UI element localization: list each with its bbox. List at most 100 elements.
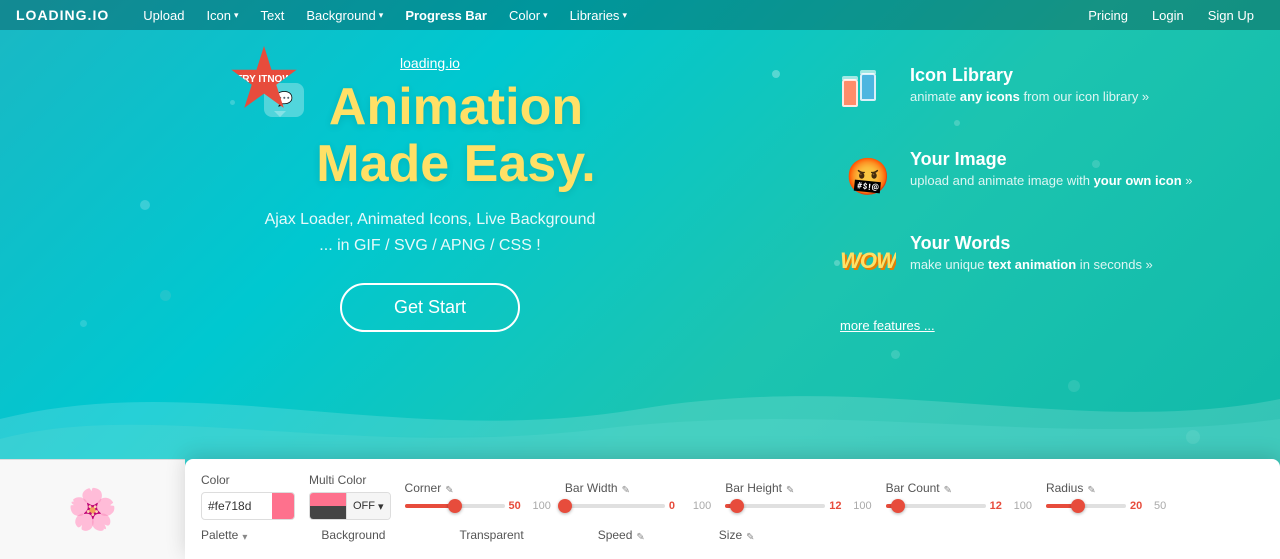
icon-library-icon xyxy=(840,65,896,121)
decorative-dot xyxy=(80,320,87,327)
corner-slider: 50 100 xyxy=(405,500,551,512)
bar-height-field: Bar Height ✎ 12 100 xyxy=(725,481,871,512)
color-swatch[interactable] xyxy=(272,492,294,520)
decorative-dot xyxy=(140,200,150,210)
radius-slider-thumb[interactable] xyxy=(1071,499,1085,513)
bar-count-field: Bar Count ✎ 12 100 xyxy=(886,481,1032,512)
radius-field: Radius ✎ 20 50 xyxy=(1046,481,1166,512)
corner-label: Corner xyxy=(405,481,442,495)
color-input[interactable] xyxy=(201,492,295,520)
hero-features: Icon Library animate any icons from our … xyxy=(840,65,1220,335)
your-image-icon: 🤬 xyxy=(840,149,896,205)
background-label: Background xyxy=(321,528,385,542)
multi-color-label: Multi Color xyxy=(309,473,391,487)
corner-slider-track[interactable] xyxy=(405,504,505,508)
decorative-dot xyxy=(772,70,780,78)
hero-title-line2: Made Easy. xyxy=(316,136,595,193)
corner-field: Corner ✎ 50 100 xyxy=(405,481,551,512)
nav-item-icon[interactable]: Icon▾ xyxy=(196,0,248,30)
radius-slider-track[interactable] xyxy=(1046,504,1126,508)
nav-left: Upload Icon▾ Text Background▾ Progress B… xyxy=(133,0,1078,30)
radius-label: Radius xyxy=(1046,481,1083,495)
decorative-dot xyxy=(160,290,171,301)
nav-login[interactable]: Login xyxy=(1142,0,1194,30)
bar-count-slider-track[interactable] xyxy=(886,504,986,508)
multi-off-toggle[interactable]: OFF ▾ xyxy=(346,492,390,520)
multi-color-swatch xyxy=(310,492,346,520)
bar-width-max: 100 xyxy=(693,500,711,512)
palette-field: Palette ▾ xyxy=(201,528,247,547)
edit-icon[interactable]: ✎ xyxy=(622,485,630,496)
bar-count-max: 100 xyxy=(1014,500,1032,512)
bar-width-field: Bar Width ✎ 0 100 xyxy=(565,481,711,512)
edit-icon[interactable]: ✎ xyxy=(944,485,952,496)
nav-item-upload[interactable]: Upload xyxy=(133,0,194,30)
edit-icon[interactable]: ✎ xyxy=(445,485,453,496)
editor-panel: Color Multi Color OFF ▾ xyxy=(185,459,1280,559)
edit-icon[interactable]: ✎ xyxy=(636,532,644,543)
radius-max: 50 xyxy=(1154,500,1166,512)
speed-label: Speed xyxy=(598,528,633,542)
get-start-button[interactable]: Get Start xyxy=(340,283,520,332)
feature-icon-library[interactable]: Icon Library animate any icons from our … xyxy=(840,65,1220,121)
palette-label: Palette xyxy=(201,528,238,542)
bar-height-value: 12 xyxy=(829,500,849,512)
bar-height-slider-thumb[interactable] xyxy=(730,499,744,513)
chevron-down-icon: ▾ xyxy=(622,10,627,21)
site-logo[interactable]: LOADING.IO xyxy=(16,7,109,23)
nav-pricing[interactable]: Pricing xyxy=(1078,0,1138,30)
hero-subtitle: Ajax Loader, Animated Icons, Live Backgr… xyxy=(180,207,680,258)
nav-item-progress-bar[interactable]: Progress Bar xyxy=(395,0,497,30)
bar-height-slider-track[interactable] xyxy=(725,504,825,508)
edit-icon[interactable]: ✎ xyxy=(786,485,794,496)
feature-icon-library-text: Icon Library animate any icons from our … xyxy=(910,65,1149,104)
corner-slider-thumb[interactable] xyxy=(448,499,462,513)
hero-title-line1: Animation xyxy=(316,79,595,136)
bar-width-label: Bar Width xyxy=(565,481,618,495)
nav-item-text[interactable]: Text xyxy=(251,0,295,30)
feature-your-image-text: Your Image upload and animate image with… xyxy=(910,149,1193,188)
corner-max: 100 xyxy=(533,500,551,512)
background-field: Background xyxy=(321,528,385,547)
bar-width-slider-thumb[interactable] xyxy=(558,499,572,513)
radius-slider: 20 50 xyxy=(1046,500,1166,512)
bar-count-slider: 12 100 xyxy=(886,500,1032,512)
bar-width-value: 0 xyxy=(669,500,689,512)
chevron-down-icon[interactable]: ▾ xyxy=(242,532,247,543)
bar-count-slider-thumb[interactable] xyxy=(891,499,905,513)
nav-item-libraries[interactable]: Libraries▾ xyxy=(560,0,637,30)
size-field: Size ✎ xyxy=(719,528,755,547)
feature-your-words-text: Your Words make unique text animation in… xyxy=(910,233,1153,272)
nav-item-background[interactable]: Background▾ xyxy=(296,0,393,30)
animation-preview: 🌸 xyxy=(0,459,185,559)
transparent-field: Transparent xyxy=(459,528,523,547)
bar-height-slider: 12 100 xyxy=(725,500,871,512)
decorative-dot xyxy=(891,350,900,359)
bar-count-label: Bar Count xyxy=(886,481,940,495)
color-field: Color xyxy=(201,473,295,520)
feature-your-image[interactable]: 🤬 Your Image upload and animate image wi… xyxy=(840,149,1220,205)
more-features-link[interactable]: more features ... xyxy=(840,318,935,333)
color-hex-input[interactable] xyxy=(202,499,272,513)
chevron-down-icon: ▾ xyxy=(379,10,384,21)
corner-value: 50 xyxy=(509,500,529,512)
feature-your-words[interactable]: WOW Your Words make unique text animatio… xyxy=(840,233,1220,289)
multi-color-toggle[interactable]: OFF ▾ xyxy=(309,492,391,520)
bar-height-label: Bar Height xyxy=(725,481,782,495)
bar-width-slider-track[interactable] xyxy=(565,504,665,508)
transparent-label: Transparent xyxy=(459,528,523,542)
chevron-down-icon: ▾ xyxy=(543,10,548,21)
chevron-down-icon: ▾ xyxy=(378,500,384,513)
navigation: LOADING.IO Upload Icon▾ Text Background▾… xyxy=(0,0,1280,30)
try-it-now-badge[interactable]: TRY IT NOW xyxy=(230,46,298,114)
multi-color-field: Multi Color OFF ▾ xyxy=(309,473,391,520)
edit-icon[interactable]: ✎ xyxy=(1087,485,1095,496)
edit-icon[interactable]: ✎ xyxy=(746,532,754,543)
nav-item-color[interactable]: Color▾ xyxy=(499,0,558,30)
your-words-icon: WOW xyxy=(840,233,896,289)
nav-signup[interactable]: Sign Up xyxy=(1198,0,1264,30)
size-label: Size xyxy=(719,528,742,542)
radius-value: 20 xyxy=(1130,500,1150,512)
preview-icon: 🌸 xyxy=(68,486,118,533)
bar-count-value: 12 xyxy=(990,500,1010,512)
